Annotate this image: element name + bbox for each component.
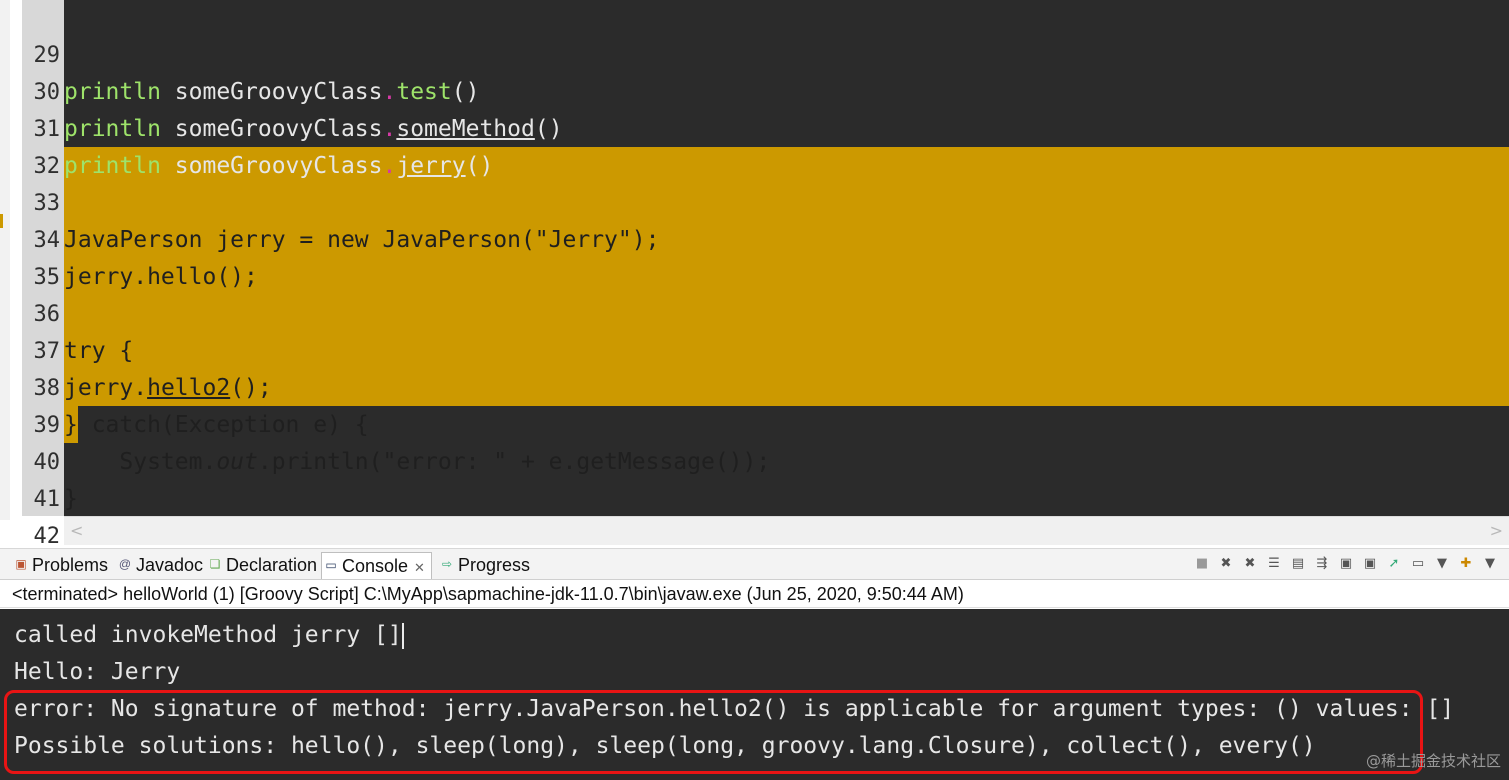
console-line: called invokeMethod jerry [] [14, 617, 404, 654]
remove-launch-icon[interactable]: ✖ [1217, 554, 1235, 572]
tab-declaration[interactable]: ❏ Declaration [206, 552, 317, 578]
chevron-down-icon[interactable]: ▼ [1481, 554, 1499, 572]
tab-label: Progress [458, 555, 531, 575]
code-line[interactable]: 38 } catch(Exception e) { [22, 333, 1509, 438]
console-icon: ▭ [325, 558, 337, 572]
problems-icon: ▣ [15, 557, 27, 571]
remove-all-icon[interactable]: ✖ [1241, 554, 1259, 572]
pin-console-icon[interactable]: ➚ [1385, 554, 1403, 572]
tab-label: Console [342, 556, 409, 576]
terminate-icon[interactable]: ■ [1193, 554, 1211, 572]
scroll-lock-icon[interactable]: ▤ [1289, 554, 1307, 572]
code-line[interactable]: 30 println someGroovyClass.someMethod() [22, 37, 1509, 142]
code-line[interactable]: 37 jerry.hello2(); [22, 296, 1509, 401]
clear-console-icon[interactable]: ☰ [1265, 554, 1283, 572]
change-marker [0, 214, 3, 228]
error-annotation-box [4, 690, 1423, 774]
tab-label: Javadoc [136, 555, 204, 575]
code-line[interactable]: 33 JavaPerson jerry = new JavaPerson("Je… [22, 148, 1509, 253]
word-wrap-icon[interactable]: ⇶ [1313, 554, 1331, 572]
tab-console[interactable]: ▭ Console ✕ [321, 552, 432, 579]
open-console-icon[interactable]: ✚ [1457, 554, 1475, 572]
progress-icon: ⇨ [441, 557, 453, 571]
code-line[interactable]: 39 System.out.println("error: " + e.getM… [22, 370, 1509, 475]
code-line[interactable]: 42 [22, 481, 1509, 549]
console-status: <terminated> helloWorld (1) [Groovy Scri… [0, 580, 1509, 608]
code-line[interactable]: 36 try { [22, 259, 1509, 364]
console-line: Hello: Jerry [14, 659, 181, 685]
editor-left-margin [0, 0, 10, 520]
code-editor[interactable]: 29 println someGroovyClass.test() 30 pri… [0, 0, 1509, 549]
chevron-down-icon[interactable]: ▼ [1433, 554, 1451, 572]
console-text: called invokeMethod jerry [] [14, 622, 402, 648]
scroll-left-icon[interactable]: < [70, 521, 83, 540]
tab-problems[interactable]: ▣ Problems [12, 552, 108, 578]
code-line[interactable]: 29 println someGroovyClass.test() [22, 0, 1509, 105]
tab-label: Declaration [226, 555, 318, 575]
code-line[interactable]: 34 jerry.hello(); [22, 185, 1509, 290]
declaration-icon: ❏ [209, 557, 221, 571]
show-on-stdout-icon[interactable]: ▣ [1337, 554, 1355, 572]
tab-javadoc[interactable]: @ Javadoc [116, 552, 203, 578]
code-line[interactable]: 31 println someGroovyClass.jerry() [22, 74, 1509, 179]
tab-progress[interactable]: ⇨ Progress [438, 552, 530, 578]
display-console-icon[interactable]: ▭ [1409, 554, 1427, 572]
code-line[interactable]: 40 } [22, 407, 1509, 512]
javadoc-icon: @ [118, 557, 132, 571]
code-line[interactable]: 32 [22, 111, 1509, 179]
console-toolbar: ■ ✖ ✖ ☰ ▤ ⇶ ▣ ▣ ➚ ▭ ▼ ✚ ▼ [1193, 552, 1499, 574]
show-on-stderr-icon[interactable]: ▣ [1361, 554, 1379, 572]
close-icon[interactable]: ✕ [414, 560, 425, 575]
code-line[interactable]: 41 [22, 444, 1509, 512]
text-caret [401, 622, 404, 649]
scroll-right-icon[interactable]: > [1490, 521, 1503, 540]
horizontal-scrollbar[interactable]: < > [64, 516, 1509, 545]
watermark: @稀土掘金技术社区 [1365, 752, 1501, 770]
tab-label: Problems [32, 555, 109, 575]
code-line[interactable]: 35 [22, 222, 1509, 290]
